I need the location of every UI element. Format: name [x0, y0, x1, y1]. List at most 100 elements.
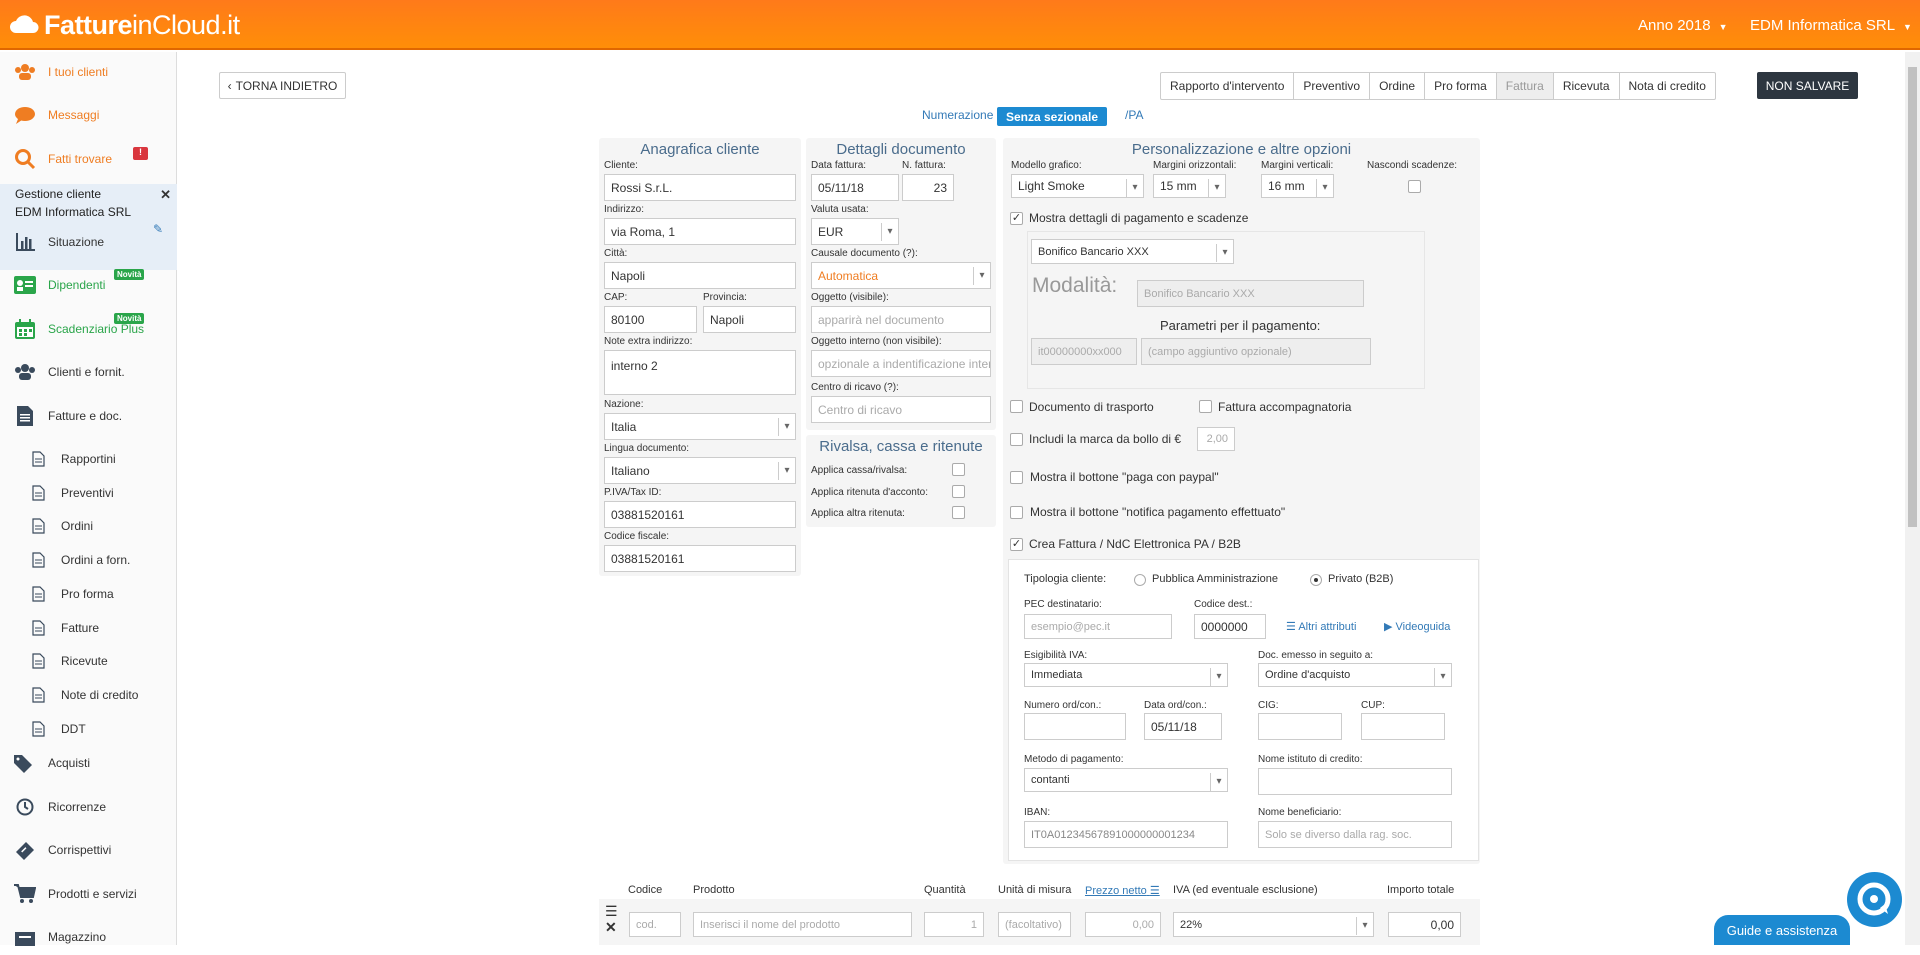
citta-input[interactable]: Napoli	[604, 262, 796, 289]
product-qty-input[interactable]: 1	[924, 912, 984, 937]
cup-input[interactable]	[1361, 713, 1445, 740]
sidebar-item-dipendenti[interactable]: Dipendenti Novità	[0, 267, 177, 303]
nascondi-checkbox[interactable]	[1408, 180, 1421, 193]
sidebar-subitem[interactable]: Ordini	[0, 508, 177, 544]
back-button[interactable]: ‹ TORNA INDIETRO	[219, 72, 346, 99]
delete-row-icon[interactable]: ✕	[605, 919, 617, 936]
bollo-input[interactable]: 2,00	[1197, 427, 1235, 451]
sidebar-subitem[interactable]: Fatture	[0, 610, 177, 646]
sidebar-subitem[interactable]: DDT	[0, 711, 177, 747]
provincia-input[interactable]: Napoli	[703, 306, 796, 333]
valuta-select[interactable]: EUR	[811, 218, 899, 245]
product-price-input[interactable]: 0,00	[1085, 912, 1161, 937]
modello-select[interactable]: Light Smoke	[1011, 174, 1144, 198]
istituto-input[interactable]	[1258, 768, 1452, 795]
support-chat-button[interactable]	[1847, 872, 1902, 927]
pagamento-select[interactable]: Bonifico Bancario XXX	[1031, 239, 1234, 264]
sidebar-item-clienti[interactable]: I tuoi clienti	[0, 54, 177, 90]
sidebar-item-clienti-fornitori[interactable]: Clienti e fornit.	[0, 354, 177, 390]
tab-document-type[interactable]: Ricevuta	[1554, 73, 1620, 99]
app-logo[interactable]: Fatture inCloud.it	[8, 8, 240, 42]
codice-input[interactable]: 0000000	[1194, 614, 1266, 639]
margini-o-select[interactable]: 15 mm	[1153, 174, 1226, 198]
oggetto-interno-input[interactable]: opzionale a indentificazione inten	[811, 350, 991, 377]
piva-input[interactable]: 03881520161	[604, 501, 796, 528]
sidebar-subitem[interactable]: Preventivi	[0, 475, 177, 511]
param1-input[interactable]: it00000000xx000	[1031, 338, 1137, 365]
cf-input[interactable]: 03881520161	[604, 545, 796, 572]
sidebar-item-prodotti[interactable]: Prodotti e servizi	[0, 876, 177, 912]
sidebar-item-acquisti[interactable]: Acquisti	[0, 745, 177, 781]
doc-trasporto-checkbox[interactable]	[1010, 400, 1023, 413]
product-iva-select[interactable]: 22%	[1173, 912, 1374, 937]
altri-attributi-link[interactable]: ☰ Altri attributi	[1286, 620, 1356, 633]
tab-document-type[interactable]: Nota di credito	[1620, 73, 1715, 99]
sidebar-item-fatture-doc[interactable]: Fatture e doc.	[0, 398, 177, 434]
sidebar-item-magazzino[interactable]: Magazzino	[0, 919, 177, 955]
product-code-input[interactable]: cod.	[629, 912, 681, 937]
beneficiario-input[interactable]: Solo se diverso dalla rag. soc.	[1258, 821, 1452, 848]
sidebar-item-corrispettivi[interactable]: Corrispettivi	[0, 832, 177, 868]
causale-select[interactable]: Automatica	[811, 262, 991, 289]
product-name-input[interactable]: Inserisci il nome del prodotto	[693, 912, 912, 937]
close-icon[interactable]: ✕	[160, 187, 171, 203]
param2-input[interactable]: (campo aggiuntivo opzionale)	[1141, 338, 1371, 365]
ritenuta-checkbox[interactable]	[952, 485, 965, 498]
sidebar-item-fatti-trovare[interactable]: Fatti trovare !	[0, 141, 177, 177]
pec-input[interactable]: esempio@pec.it	[1024, 614, 1172, 639]
col-prezzo-netto[interactable]: Prezzo netto ☰	[1085, 884, 1160, 897]
b2b-radio[interactable]	[1310, 574, 1322, 586]
modalita-input[interactable]: Bonifico Bancario XXX	[1137, 280, 1364, 307]
bollo-checkbox[interactable]	[1010, 433, 1023, 446]
iban-input[interactable]: IT0A01234567891000000001234	[1024, 821, 1228, 848]
crea-pa-checkbox[interactable]: ✓	[1010, 538, 1023, 551]
margini-v-select[interactable]: 16 mm	[1261, 174, 1334, 198]
centro-input[interactable]: Centro di ricavo	[811, 396, 991, 423]
paypal-checkbox[interactable]	[1010, 471, 1023, 484]
emesso-select[interactable]: Ordine d'acquisto	[1258, 663, 1452, 687]
sidebar-item-ricorrenze[interactable]: Ricorrenze	[0, 789, 177, 825]
tab-document-type[interactable]: Rapporto d'intervento	[1161, 73, 1295, 99]
pa-radio[interactable]	[1134, 574, 1146, 586]
note-textarea[interactable]: interno 2	[604, 350, 796, 395]
sidebar-subitem[interactable]: Pro forma	[0, 576, 177, 612]
sidebar-item-situazione[interactable]: Situazione	[0, 224, 177, 260]
sidebar-subitem[interactable]: Rapportini	[0, 441, 177, 477]
metodo-select[interactable]: contanti	[1024, 768, 1228, 792]
drag-handle-icon[interactable]: ☰	[605, 903, 618, 920]
guide-assistenza-button[interactable]: Guide e assistenza	[1714, 915, 1850, 945]
oggetto-input[interactable]: apparirà nel documento	[811, 306, 991, 333]
tab-document-type[interactable]: Ordine	[1370, 73, 1426, 99]
year-dropdown[interactable]: Anno 2018 ▼	[1638, 17, 1728, 34]
esigibilita-select[interactable]: Immediata	[1024, 663, 1228, 687]
mostra-dettagli-checkbox[interactable]: ✓	[1010, 212, 1023, 225]
company-dropdown[interactable]: EDM Informatica SRL ▼	[1750, 17, 1912, 34]
sidebar-item-scadenziario[interactable]: Scadenziario Plus Novità	[0, 311, 177, 347]
dataord-input[interactable]: 05/11/18	[1144, 713, 1222, 740]
product-total-input[interactable]: 0,00	[1388, 912, 1461, 937]
numord-input[interactable]	[1024, 713, 1126, 740]
cig-input[interactable]	[1258, 713, 1342, 740]
data-fattura-input[interactable]: 05/11/18	[811, 174, 899, 201]
sidebar-subitem[interactable]: Ricevute	[0, 643, 177, 679]
scrollbar[interactable]	[1905, 52, 1920, 945]
tab-document-type[interactable]: Preventivo	[1294, 73, 1371, 99]
nazione-select[interactable]: Italia	[604, 413, 796, 440]
notifica-checkbox[interactable]	[1010, 506, 1023, 519]
altra-ritenuta-checkbox[interactable]	[952, 506, 965, 519]
no-save-button[interactable]: NON SALVARE	[1757, 72, 1858, 99]
sidebar-subitem[interactable]: Note di credito	[0, 677, 177, 713]
num-fattura-input[interactable]: 23	[902, 174, 954, 201]
tab-document-type[interactable]: Pro forma	[1425, 73, 1497, 99]
cliente-input[interactable]: Rossi S.r.L.	[604, 174, 796, 201]
scrollbar-thumb[interactable]	[1908, 67, 1917, 527]
indirizzo-input[interactable]: via Roma, 1	[604, 218, 796, 245]
cassa-checkbox[interactable]	[952, 463, 965, 476]
sidebar-subitem[interactable]: Ordini a forn.	[0, 542, 177, 578]
fattura-acc-checkbox[interactable]	[1199, 400, 1212, 413]
sidebar-item-messaggi[interactable]: Messaggi	[0, 97, 177, 133]
sezionale-select[interactable]: Senza sezionale	[997, 107, 1107, 126]
videoguida-link[interactable]: ▶ Videoguida	[1384, 620, 1450, 633]
cap-input[interactable]: 80100	[604, 306, 697, 333]
lingua-select[interactable]: Italiano	[604, 457, 796, 484]
